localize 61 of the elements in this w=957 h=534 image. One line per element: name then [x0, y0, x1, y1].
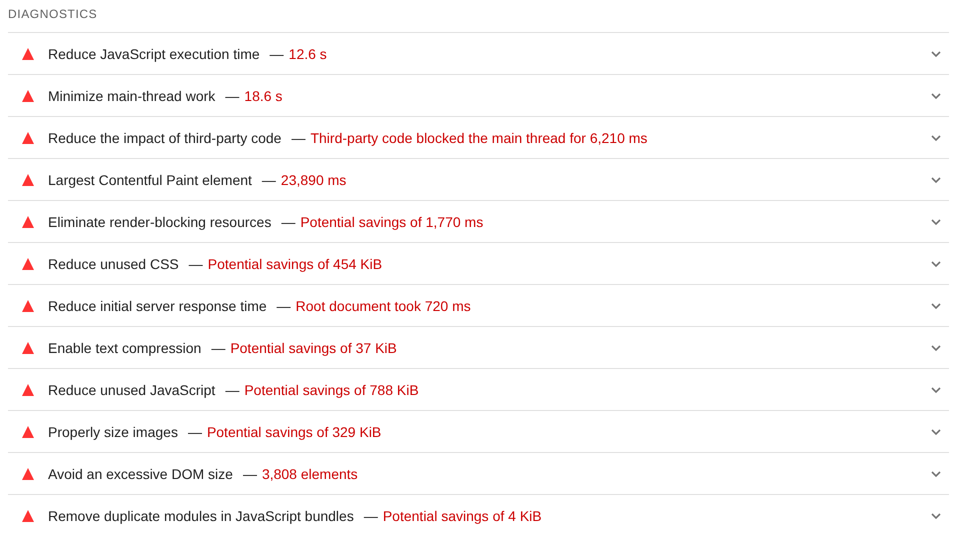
- dash-separator: —: [188, 256, 203, 272]
- chevron-icon[interactable]: [931, 218, 941, 224]
- dash-separator: —: [364, 508, 378, 524]
- dash-separator: —: [281, 214, 296, 230]
- audit-title[interactable]: Enable text compression: [48, 340, 202, 356]
- audit-title[interactable]: Reduce the impact of third-party code: [48, 130, 282, 146]
- audit-value: Potential savings of 788 KiB: [244, 382, 419, 398]
- audit-title[interactable]: Reduce initial server response time: [48, 298, 267, 314]
- audit-title[interactable]: Reduce unused CSS: [48, 256, 179, 272]
- warning-triangle-icon: [22, 258, 34, 270]
- warning-triangle-icon: [22, 426, 34, 438]
- audit-title[interactable]: Properly size images: [48, 424, 178, 440]
- warning-triangle-icon: [22, 132, 34, 144]
- audit-value: Potential savings of 329 KiB: [206, 424, 382, 440]
- dash-separator: —: [270, 46, 284, 62]
- chevron-icon[interactable]: [931, 176, 941, 182]
- chevron-icon[interactable]: [931, 302, 941, 308]
- dash-separator: —: [188, 424, 202, 440]
- audit-title[interactable]: Reduce unused JavaScript: [48, 382, 216, 398]
- chevron-icon[interactable]: [931, 386, 941, 392]
- dash-separator: —: [262, 172, 276, 188]
- audit-title[interactable]: Minimize main-thread work: [48, 88, 216, 104]
- audit-title[interactable]: Largest Contentful Paint element: [48, 172, 252, 188]
- chevron-icon[interactable]: [931, 428, 941, 434]
- dash-separator: —: [276, 298, 291, 314]
- warning-triangle-icon: [22, 342, 34, 354]
- warning-triangle-icon: [22, 48, 34, 60]
- audit-value: 3,808 elements: [262, 466, 358, 482]
- dash-separator: —: [242, 466, 257, 482]
- dash-separator: —: [291, 130, 306, 146]
- chevron-icon[interactable]: [931, 134, 941, 140]
- chevron-icon[interactable]: [931, 50, 941, 56]
- chevron-icon[interactable]: [931, 260, 941, 266]
- audit-title[interactable]: Eliminate render-blocking resources: [48, 214, 272, 230]
- warning-triangle-icon: [22, 174, 34, 186]
- chevron-icon[interactable]: [931, 344, 941, 350]
- warning-triangle-icon: [22, 468, 34, 480]
- audit-value: 12.6 s: [288, 46, 327, 62]
- audit-value: Third-party code blocked the main thread for 6,210 ms: [310, 130, 648, 146]
- warning-triangle-icon: [22, 216, 34, 228]
- audit-value: 23,890 ms: [280, 172, 346, 188]
- warning-triangle-icon: [22, 384, 34, 396]
- audit-value: Potential savings of 1,770 ms: [300, 214, 484, 230]
- audit-value: Potential savings of 4 KiB: [382, 508, 542, 524]
- audit-value: Root document took 720 ms: [296, 298, 471, 314]
- dash-separator: —: [225, 382, 240, 398]
- chevron-icon[interactable]: [931, 92, 941, 98]
- warning-triangle-icon: [22, 510, 34, 522]
- warning-triangle-icon: [22, 90, 34, 102]
- warning-triangle-icon: [22, 300, 34, 312]
- audit-title[interactable]: Avoid an excessive DOM size: [48, 466, 233, 482]
- dash-separator: —: [225, 88, 240, 104]
- chevron-icon[interactable]: [931, 512, 941, 518]
- audit-value: 18.6 s: [244, 88, 282, 104]
- audit-title[interactable]: Remove duplicate modules in JavaScript bundles: [48, 508, 354, 524]
- audit-value: Potential savings of 37 KiB: [230, 340, 397, 356]
- dash-separator: —: [211, 340, 226, 356]
- section-heading: DIAGNOSTICS: [8, 6, 98, 23]
- audit-value: Potential savings of 454 KiB: [208, 256, 382, 272]
- audit-title[interactable]: Reduce JavaScript execution time: [48, 46, 260, 62]
- chevron-icon[interactable]: [931, 470, 941, 476]
